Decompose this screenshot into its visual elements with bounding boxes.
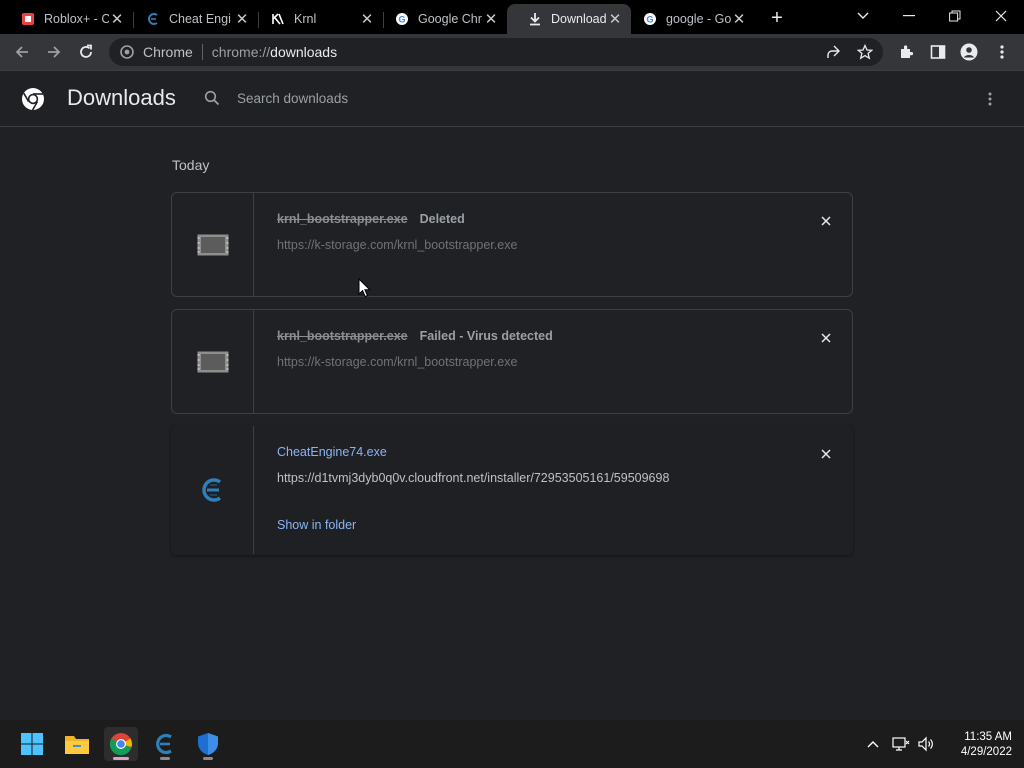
download-url[interactable]: https://d1tvmj3dyb0q0v.cloudfront.net/in…	[277, 471, 669, 485]
bookmark-star-icon[interactable]	[857, 44, 873, 60]
taskbar-windows-security[interactable]	[191, 727, 225, 761]
more-actions-icon[interactable]	[978, 87, 1002, 111]
tab-title: Roblox+ - C	[44, 12, 109, 26]
search-icon	[204, 90, 220, 106]
omnibox-chip-label: Chrome	[143, 44, 193, 60]
tab-title: google - Go	[666, 12, 731, 26]
tab-google-chrome[interactable]: G Google Chr ✕	[374, 4, 507, 34]
close-window-button[interactable]	[978, 0, 1024, 32]
minimize-button[interactable]	[886, 0, 932, 32]
url-text: chrome://downloads	[212, 44, 337, 60]
downloads-header: Downloads	[0, 71, 1024, 127]
tab-downloads[interactable]: Downloads ✕	[507, 4, 631, 34]
profile-avatar-icon[interactable]	[955, 38, 983, 66]
back-button[interactable]	[8, 38, 36, 66]
cheat-engine-icon	[156, 733, 172, 755]
clock-time: 11:35 AM	[964, 731, 1012, 743]
close-tab-icon[interactable]: ✕	[359, 11, 375, 28]
tab-roblox-plus[interactable]: Roblox+ - C ✕	[0, 4, 134, 34]
download-filename-link[interactable]: CheatEngine74.exe	[277, 445, 387, 459]
close-tab-icon[interactable]: ✕	[109, 11, 125, 28]
clock-date: 4/29/2022	[960, 746, 1012, 758]
taskbar-chrome[interactable]	[104, 727, 138, 761]
roblox-plus-icon	[20, 11, 36, 27]
download-url[interactable]: https://k-storage.com/krnl_bootstrapper.…	[277, 238, 517, 252]
reload-button[interactable]	[72, 38, 100, 66]
tab-title: Cheat Engi	[169, 12, 231, 26]
tab-strip: Roblox+ - C ✕ Cheat Engi ✕ Krnl ✕ G Goog…	[0, 0, 1024, 34]
taskbar	[0, 720, 1024, 768]
volume-icon[interactable]	[915, 732, 937, 756]
download-icon	[527, 11, 543, 27]
download-item: krnl_bootstrapper.exe Failed - Virus dete…	[171, 309, 853, 414]
mouse-cursor-icon	[358, 278, 372, 298]
date-heading: Today	[172, 157, 210, 173]
close-tab-icon[interactable]: ✕	[731, 11, 747, 28]
remove-download-icon[interactable]	[817, 445, 835, 463]
extensions-icon[interactable]	[892, 38, 920, 66]
tab-cheat-engine[interactable]: Cheat Engi ✕	[125, 4, 259, 34]
download-status: Deleted	[419, 212, 465, 226]
download-url[interactable]: https://k-storage.com/krnl_bootstrapper.…	[277, 355, 517, 369]
close-tab-icon[interactable]: ✕	[483, 11, 499, 28]
svg-text:G: G	[398, 15, 405, 25]
start-button[interactable]	[15, 727, 49, 761]
tab-title: Google Chr	[418, 12, 482, 26]
tab-krnl[interactable]: Krnl ✕	[250, 4, 384, 34]
tab-title: Krnl	[294, 12, 317, 26]
tab-title: Downloads	[551, 12, 607, 26]
chrome-menu-icon[interactable]	[988, 38, 1016, 66]
remove-download-icon[interactable]	[817, 212, 835, 230]
svg-text:G: G	[646, 15, 653, 25]
system-clock[interactable]: 11:35 AM 4/29/2022	[942, 730, 1012, 760]
side-panel-icon[interactable]	[924, 38, 952, 66]
forward-button[interactable]	[40, 38, 68, 66]
url-prefix: chrome://	[211, 44, 271, 60]
taskbar-file-explorer[interactable]	[60, 727, 94, 761]
search-input[interactable]	[237, 90, 869, 106]
new-tab-button[interactable]: +	[766, 7, 788, 29]
browser-toolbar: Chrome chrome://downloads	[0, 34, 1024, 71]
remove-download-icon[interactable]	[817, 329, 835, 347]
show-in-folder-link[interactable]: Show in folder	[277, 518, 356, 532]
tab-google-search[interactable]: G google - Go ✕	[622, 4, 755, 34]
chrome-logo-icon	[21, 87, 45, 111]
download-filename: krnl_bootstrapper.exe Failed - Virus dete…	[277, 329, 553, 343]
page-title: Downloads	[67, 85, 176, 110]
download-status: Failed - Virus detected	[419, 329, 553, 343]
url-host: downloads	[270, 44, 338, 60]
exe-file-icon	[197, 351, 228, 372]
google-icon: G	[394, 11, 410, 27]
download-item: krnl_bootstrapper.exe Deleted https://k-s…	[171, 192, 853, 297]
chrome-icon	[109, 733, 132, 756]
network-icon[interactable]	[890, 732, 912, 756]
google-icon: G	[642, 11, 658, 27]
close-tab-icon[interactable]: ✕	[607, 11, 623, 28]
start-icon	[21, 733, 43, 755]
file-explorer-icon	[65, 736, 89, 754]
close-tab-icon[interactable]: ✕	[234, 11, 250, 28]
krnl-icon	[270, 11, 286, 27]
windows-security-icon	[198, 733, 218, 755]
taskbar-cheat-engine[interactable]	[148, 727, 182, 761]
search-bar[interactable]	[193, 79, 869, 117]
share-icon[interactable]	[825, 44, 841, 60]
address-bar[interactable]: Chrome chrome://downloads	[109, 38, 883, 66]
chrome-page-icon	[120, 45, 134, 59]
restore-button[interactable]	[932, 0, 978, 32]
download-item: CheatEngine74.exe https://d1tvmj3dyb0q0v…	[171, 425, 853, 555]
cheat-engine-icon	[201, 478, 221, 502]
exe-file-icon	[197, 234, 228, 255]
show-hidden-icons-chevron-icon[interactable]	[862, 732, 884, 756]
tab-search-button[interactable]	[840, 0, 886, 32]
download-filename: krnl_bootstrapper.exe Deleted	[277, 212, 465, 226]
cheat-engine-icon	[145, 11, 161, 27]
